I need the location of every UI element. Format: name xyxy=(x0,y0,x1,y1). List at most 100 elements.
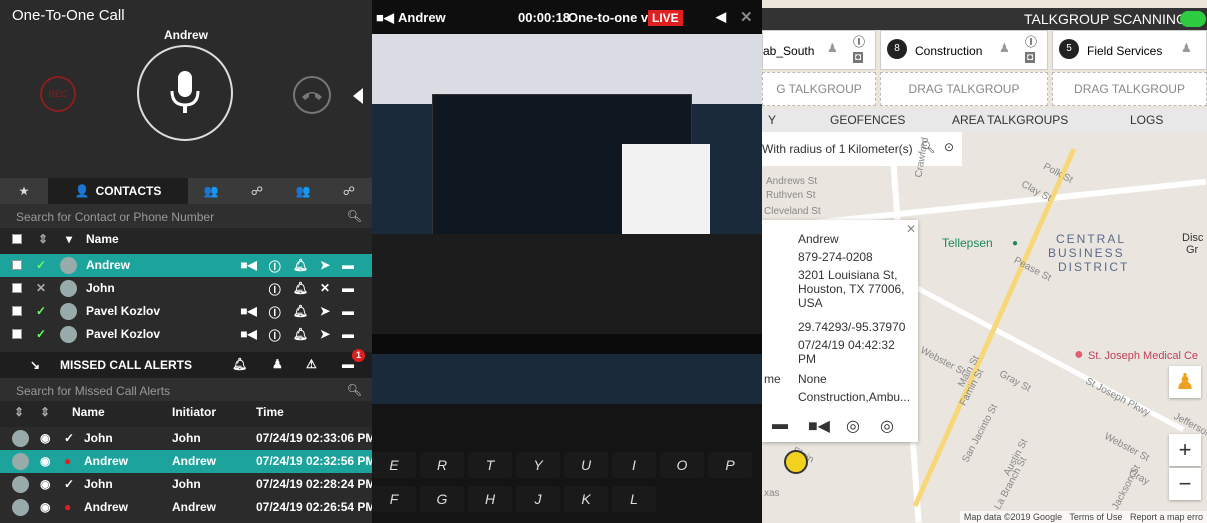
message-icon[interactable]: ▬ xyxy=(342,304,354,321)
scanning-toggle[interactable] xyxy=(1180,11,1206,27)
video-icon[interactable]: ■◀ xyxy=(240,304,256,321)
message-icon[interactable]: ▬ xyxy=(772,416,788,434)
report-link[interactable]: Report a map erro xyxy=(1130,512,1203,522)
ptt-icon[interactable]: Ⓘ xyxy=(853,33,865,50)
missed-name-header[interactable]: Name xyxy=(72,405,105,419)
tab-contacts[interactable]: 👤 CONTACTS xyxy=(48,178,188,204)
close-icon[interactable]: ✕ xyxy=(906,222,916,236)
contact-row[interactable]: ✕ John Ⓘ 🔔︎ ✕ ▬ xyxy=(0,277,372,300)
video-icon[interactable]: ■◀ xyxy=(808,416,830,436)
missed-time-header[interactable]: Time xyxy=(256,405,284,419)
row-checkbox[interactable] xyxy=(12,306,22,316)
missed-initiator: John xyxy=(172,477,201,491)
radius-unit-select[interactable]: Kilometer(s) xyxy=(848,142,913,156)
drag-talkgroup-slot[interactable]: DRAG TALKGROUP xyxy=(1052,72,1207,106)
alert-icon[interactable]: 🔔︎ xyxy=(293,281,308,298)
tab-groups[interactable]: 👥 xyxy=(188,178,234,204)
row-checkbox[interactable] xyxy=(12,283,22,293)
search-icon[interactable]: 🔍︎ xyxy=(347,209,362,223)
ptt-icon[interactable]: Ⓘ xyxy=(269,281,281,298)
contact-row[interactable]: ✓ Andrew ■◀ Ⓘ 🔔︎ ➤ ▬ xyxy=(0,254,372,277)
contacts-name-header[interactable]: Name xyxy=(86,232,119,246)
row-checkbox[interactable] xyxy=(12,329,22,339)
search-icon[interactable]: 🔍︎ xyxy=(347,383,362,397)
zoom-out-button[interactable]: − xyxy=(1169,468,1201,500)
favorites-tab[interactable]: ★ xyxy=(0,178,48,204)
tab-talkgroups[interactable]: ☍ xyxy=(234,178,280,204)
mute-person-icon[interactable]: ♟ xyxy=(827,41,838,55)
camera-icon[interactable]: ◘ xyxy=(1025,52,1036,63)
expand-icon[interactable]: ▾ xyxy=(66,232,72,246)
message-icon[interactable]: ▬ xyxy=(342,327,354,344)
talkgroup-card[interactable]: ab_South ♟ Ⓘ ◘ xyxy=(762,30,876,70)
bell-icon[interactable]: 🔔︎ xyxy=(232,357,247,371)
video-icon[interactable]: ■◀ xyxy=(240,258,256,275)
zoom-in-button[interactable]: + xyxy=(1169,434,1201,466)
microphone-button[interactable] xyxy=(137,45,233,141)
street-label: Ruthven St xyxy=(766,190,816,201)
missed-row[interactable]: ◉ ● Andrew Andrew 07/24/19 02:32:56 PM xyxy=(0,450,375,473)
missed-initiator: Andrew xyxy=(172,500,217,514)
tab-networks[interactable]: ☍ xyxy=(326,178,372,204)
missed-initiator-header[interactable]: Initiator xyxy=(172,405,216,419)
contacts-tabs: ★ 👤 CONTACTS 👥 ☍ 👥 ☍ xyxy=(0,178,372,204)
alert-icon[interactable]: 🔔︎ xyxy=(293,258,308,275)
tab-dispatchers[interactable]: 👥 xyxy=(280,178,326,204)
sort-icon[interactable]: ⇕ xyxy=(14,405,24,419)
terms-link[interactable]: Terms of Use xyxy=(1069,512,1122,522)
street-view-icon[interactable]: ♟ xyxy=(1169,366,1201,398)
tab-geofences[interactable]: GEOFENCES xyxy=(830,113,905,127)
location-icon[interactable]: ➤ xyxy=(320,327,330,344)
street-label: St Joseph Pkwy xyxy=(1083,375,1152,420)
broadcast-icon[interactable]: ◎ xyxy=(880,416,894,436)
ptt-icon[interactable]: Ⓘ xyxy=(269,327,281,344)
talkgroup-card[interactable]: 8 Construction ♟ Ⓘ ◘ xyxy=(880,30,1048,70)
contact-row[interactable]: ✓ Pavel Kozlov ■◀ Ⓘ 🔔︎ ➤ ▬ xyxy=(0,300,372,323)
talkgroup-card[interactable]: 5 Field Services ♟ xyxy=(1052,30,1207,70)
warning-icon[interactable]: ⚠ xyxy=(306,357,317,371)
ptt-icon[interactable]: ◎ xyxy=(846,416,860,436)
contact-search-input[interactable]: Search for Contact or Phone Number 🔍︎ xyxy=(0,204,372,228)
select-all-checkbox[interactable] xyxy=(12,234,22,244)
tab-history[interactable]: Y xyxy=(768,113,776,127)
missed-row[interactable]: ◉ ✓ John John 07/24/19 02:28:24 PM xyxy=(0,473,375,496)
contact-row[interactable]: ✓ Pavel Kozlov ■◀ Ⓘ 🔔︎ ➤ ▬ xyxy=(0,323,372,346)
record-button[interactable]: REC xyxy=(40,76,76,112)
mute-person-icon[interactable]: ♟ xyxy=(999,41,1010,55)
alert-icon[interactable]: 🔔︎ xyxy=(293,327,308,344)
missed-row[interactable]: ◉ ✓ John John 07/24/19 02:33:06 PM xyxy=(0,427,375,450)
ptt-icon[interactable]: Ⓘ xyxy=(269,258,281,275)
radius-search[interactable]: With radius of 1 Kilometer(s) 🔍︎ ⊙ xyxy=(762,132,962,166)
alert-icon[interactable]: 🔔︎ xyxy=(293,304,308,321)
key: U xyxy=(564,452,608,478)
collapse-arrow-icon[interactable] xyxy=(353,88,363,104)
speaker-icon[interactable]: ◀ xyxy=(716,9,726,25)
map[interactable]: With radius of 1 Kilometer(s) 🔍︎ ⊙ Andre… xyxy=(762,132,1207,523)
location-pin-icon[interactable]: ⊙ xyxy=(944,140,954,154)
missed-search-input[interactable]: Search for Missed Call Alerts 🔍︎ xyxy=(0,378,372,402)
drag-talkgroup-slot[interactable]: G TALKGROUP xyxy=(762,72,876,106)
hangup-button[interactable] xyxy=(293,76,331,114)
missed-row[interactable]: ◉ ● Andrew Andrew 07/24/19 02:26:54 PM xyxy=(0,496,375,519)
sort-icon[interactable]: ⇕ xyxy=(38,232,48,246)
unread-icon: ● xyxy=(64,500,72,514)
row-checkbox[interactable] xyxy=(12,260,22,270)
tab-area-talkgroups[interactable]: AREA TALKGROUPS xyxy=(952,113,1068,127)
message-icon[interactable]: ▬ xyxy=(342,258,354,275)
tab-logs[interactable]: LOGS xyxy=(1130,113,1163,127)
drag-talkgroup-slot[interactable]: DRAG TALKGROUP xyxy=(880,72,1048,106)
user-location-marker[interactable] xyxy=(784,450,808,474)
mute-person-icon[interactable]: ♟ xyxy=(1181,41,1192,55)
ptt-icon[interactable]: Ⓘ xyxy=(1025,33,1037,50)
location-icon[interactable]: ➤ xyxy=(320,258,330,275)
camera-icon[interactable]: ◘ xyxy=(853,52,864,63)
location-icon[interactable]: ✕ xyxy=(320,281,330,298)
video-icon[interactable]: ■◀ xyxy=(240,327,256,344)
location-popup: ✕ Andrew 879-274-0208 3201 Louisiana St,… xyxy=(762,220,918,442)
person-alert-icon[interactable]: ♟ xyxy=(272,357,283,371)
sort-icon[interactable]: ⇕ xyxy=(40,405,50,419)
close-icon[interactable]: ✕ xyxy=(740,8,753,26)
ptt-icon[interactable]: Ⓘ xyxy=(269,304,281,321)
message-icon[interactable]: ▬ xyxy=(342,281,354,298)
location-icon[interactable]: ➤ xyxy=(320,304,330,321)
